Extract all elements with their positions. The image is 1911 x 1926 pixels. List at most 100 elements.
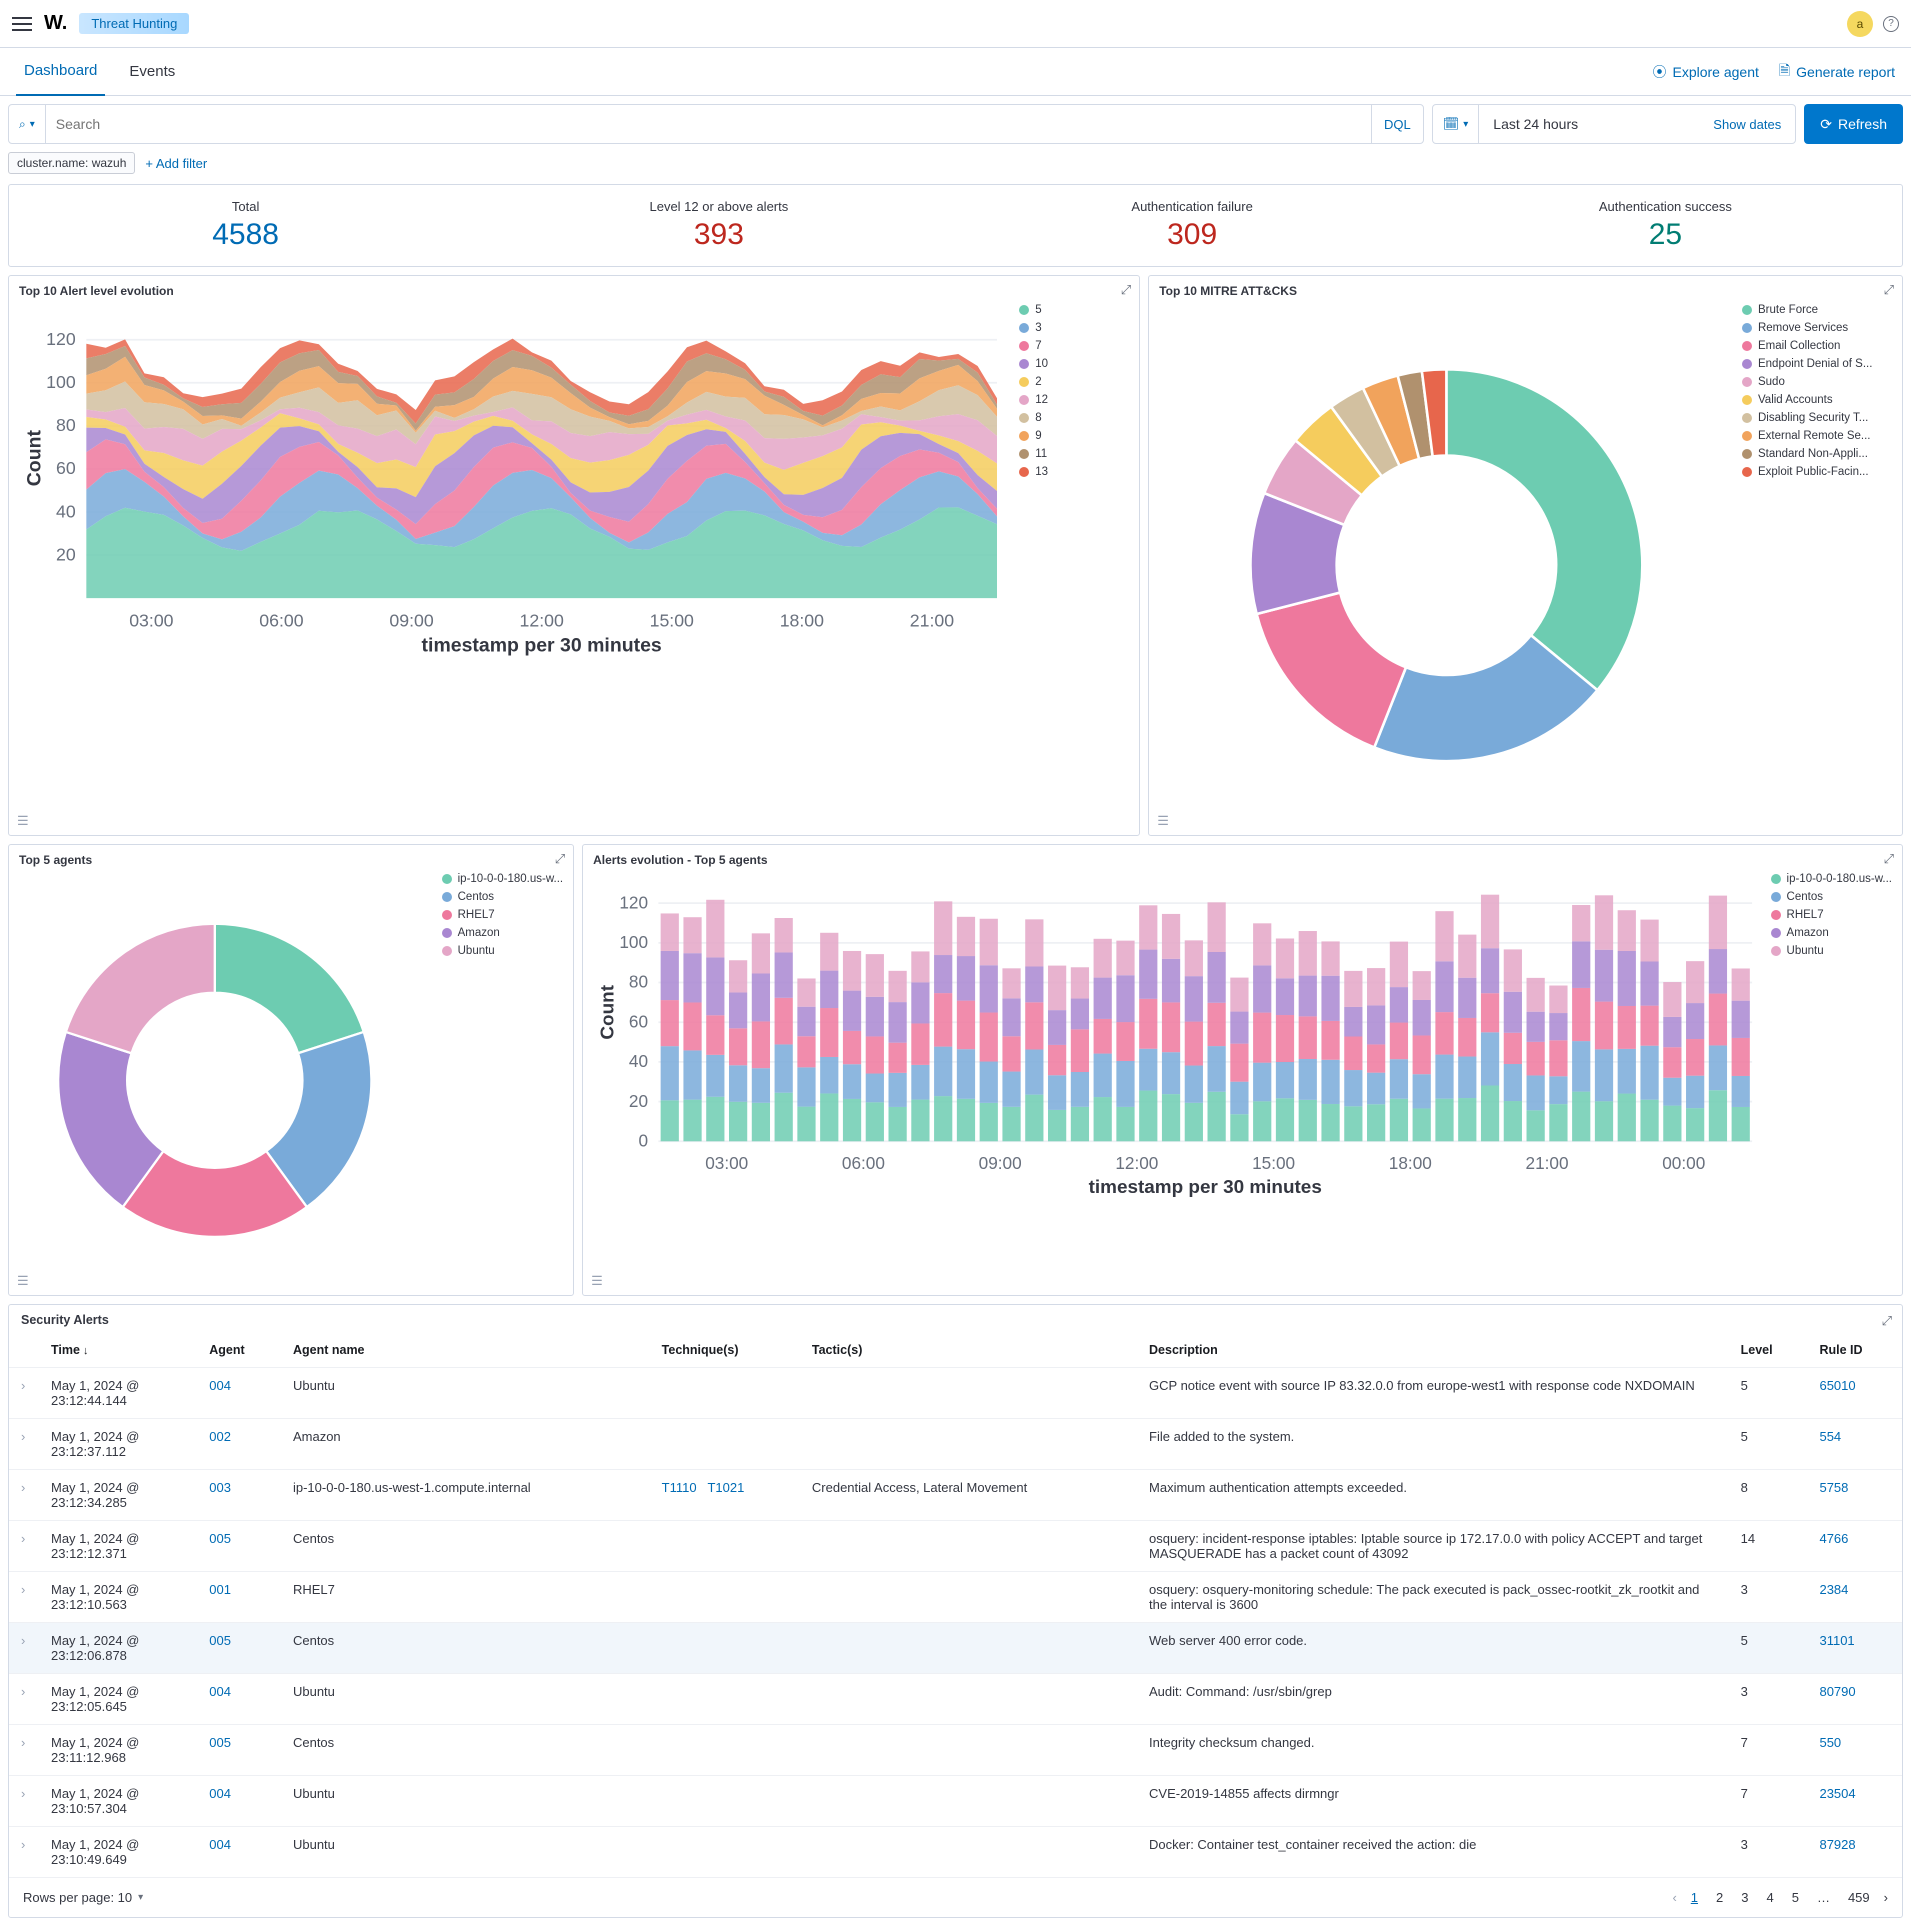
legend-item[interactable]: Sudo <box>1742 376 1892 388</box>
legend-item[interactable]: Remove Services <box>1742 322 1892 334</box>
legend-item[interactable]: Amazon <box>442 927 563 939</box>
legend-toggle-icon[interactable]: ☰ <box>17 813 29 829</box>
page-number[interactable]: 2 <box>1712 1888 1727 1907</box>
module-badge[interactable]: Threat Hunting <box>79 13 189 34</box>
col-time[interactable]: Time↓ <box>39 1333 197 1368</box>
date-quick-button[interactable]: 🗓 ▾ <box>1433 105 1480 143</box>
cell-ruleid[interactable]: 80790 <box>1807 1674 1902 1725</box>
legend-item[interactable]: ip-10-0-0-180.us-w... <box>442 873 563 885</box>
table-row[interactable]: ›May 1, 2024 @23:10:57.304004UbuntuCVE-2… <box>9 1776 1902 1827</box>
dql-toggle[interactable]: DQL <box>1371 105 1423 143</box>
expand-row-button[interactable]: › <box>9 1419 39 1470</box>
expand-row-button[interactable]: › <box>9 1470 39 1521</box>
cell-ruleid[interactable]: 31101 <box>1807 1623 1902 1674</box>
legend-item[interactable]: Amazon <box>1771 927 1892 939</box>
legend-item[interactable]: 9 <box>1019 430 1129 442</box>
expand-icon[interactable]: ⤢ <box>1884 282 1894 298</box>
show-dates-button[interactable]: Show dates <box>1699 105 1795 143</box>
cell-agent[interactable]: 005 <box>197 1623 281 1674</box>
expand-icon[interactable]: ⤢ <box>1882 1313 1892 1329</box>
legend-toggle-icon[interactable]: ☰ <box>591 1273 603 1289</box>
legend-item[interactable]: 3 <box>1019 322 1129 334</box>
app-logo[interactable]: W. <box>44 12 67 35</box>
legend-item[interactable]: 2 <box>1019 376 1129 388</box>
cell-ruleid[interactable]: 5758 <box>1807 1470 1902 1521</box>
legend-item[interactable]: Disabling Security T... <box>1742 412 1892 424</box>
cell-ruleid[interactable]: 23504 <box>1807 1776 1902 1827</box>
cell-agent[interactable]: 001 <box>197 1572 281 1623</box>
col-ruleid[interactable]: Rule ID <box>1807 1333 1902 1368</box>
rows-per-page-selector[interactable]: Rows per page: 10 ▾ <box>23 1890 143 1905</box>
expand-row-button[interactable]: › <box>9 1827 39 1878</box>
legend-item[interactable]: External Remote Se... <box>1742 430 1892 442</box>
page-number[interactable]: … <box>1813 1888 1834 1907</box>
expand-row-button[interactable]: › <box>9 1725 39 1776</box>
cell-ruleid[interactable]: 4766 <box>1807 1521 1902 1572</box>
legend-item[interactable]: Ubuntu <box>1771 945 1892 957</box>
technique-link[interactable]: T1021 <box>707 1480 744 1495</box>
cell-agent[interactable]: 005 <box>197 1725 281 1776</box>
expand-icon[interactable]: ⤢ <box>1121 282 1131 298</box>
add-filter-button[interactable]: + Add filter <box>145 156 207 171</box>
menu-icon[interactable] <box>12 17 32 31</box>
legend-item[interactable]: RHEL7 <box>442 909 563 921</box>
cell-ruleid[interactable]: 554 <box>1807 1419 1902 1470</box>
cell-agent[interactable]: 004 <box>197 1827 281 1878</box>
cell-ruleid[interactable]: 65010 <box>1807 1368 1902 1419</box>
technique-link[interactable]: T1110 <box>662 1480 697 1495</box>
cell-agent[interactable]: 002 <box>197 1419 281 1470</box>
expand-row-button[interactable]: › <box>9 1521 39 1572</box>
generate-report-button[interactable]: 🗎 Generate report <box>1779 60 1895 84</box>
search-input[interactable] <box>46 105 1371 143</box>
next-page-button[interactable]: › <box>1884 1890 1888 1905</box>
table-row[interactable]: ›May 1, 2024 @23:10:49.649004UbuntuDocke… <box>9 1827 1902 1878</box>
table-row[interactable]: ›May 1, 2024 @23:12:12.371005Centososque… <box>9 1521 1902 1572</box>
legend-item[interactable]: 10 <box>1019 358 1129 370</box>
legend-toggle-icon[interactable]: ☰ <box>17 1273 29 1289</box>
legend-item[interactable]: 7 <box>1019 340 1129 352</box>
col-description[interactable]: Description <box>1137 1333 1729 1368</box>
avatar[interactable]: a <box>1847 11 1873 37</box>
table-row[interactable]: ›May 1, 2024 @23:12:10.563001RHEL7osquer… <box>9 1572 1902 1623</box>
legend-item[interactable]: ip-10-0-0-180.us-w... <box>1771 873 1892 885</box>
col-agent[interactable]: Agent <box>197 1333 281 1368</box>
legend-item[interactable]: Ubuntu <box>442 945 563 957</box>
search-options-button[interactable]: ⌕ ▾ <box>9 105 46 143</box>
expand-row-button[interactable]: › <box>9 1776 39 1827</box>
cell-ruleid[interactable]: 2384 <box>1807 1572 1902 1623</box>
table-row[interactable]: ›May 1, 2024 @23:12:06.878005CentosWeb s… <box>9 1623 1902 1674</box>
cell-ruleid[interactable]: 87928 <box>1807 1827 1902 1878</box>
table-row[interactable]: ›May 1, 2024 @23:12:44.144004UbuntuGCP n… <box>9 1368 1902 1419</box>
legend-item[interactable]: Centos <box>442 891 563 903</box>
table-row[interactable]: ›May 1, 2024 @23:11:12.968005CentosInteg… <box>9 1725 1902 1776</box>
page-number[interactable]: 3 <box>1737 1888 1752 1907</box>
legend-item[interactable]: 5 <box>1019 304 1129 316</box>
legend-item[interactable]: RHEL7 <box>1771 909 1892 921</box>
cell-ruleid[interactable]: 550 <box>1807 1725 1902 1776</box>
prev-page-button[interactable]: ‹ <box>1672 1890 1676 1905</box>
page-number[interactable]: 459 <box>1844 1888 1874 1907</box>
expand-icon[interactable]: ⤢ <box>1884 851 1894 867</box>
col-tactics[interactable]: Tactic(s) <box>800 1333 1137 1368</box>
expand-row-button[interactable]: › <box>9 1572 39 1623</box>
legend-item[interactable]: Brute Force <box>1742 304 1892 316</box>
help-icon[interactable]: ? <box>1883 16 1899 32</box>
col-level[interactable]: Level <box>1729 1333 1808 1368</box>
legend-item[interactable]: 12 <box>1019 394 1129 406</box>
date-range-button[interactable]: Last 24 hours <box>1479 105 1699 143</box>
col-agent-name[interactable]: Agent name <box>281 1333 650 1368</box>
refresh-button[interactable]: ⟳ Refresh <box>1804 104 1903 144</box>
explore-agent-button[interactable]: ⦿ Explore agent <box>1652 60 1758 84</box>
table-row[interactable]: ›May 1, 2024 @23:12:05.645004UbuntuAudit… <box>9 1674 1902 1725</box>
page-number[interactable]: 1 <box>1687 1888 1702 1907</box>
col-techniques[interactable]: Technique(s) <box>650 1333 800 1368</box>
cell-agent[interactable]: 004 <box>197 1776 281 1827</box>
cell-agent[interactable]: 005 <box>197 1521 281 1572</box>
legend-toggle-icon[interactable]: ☰ <box>1157 813 1169 829</box>
tab-events[interactable]: Events <box>121 48 183 96</box>
legend-item[interactable]: Exploit Public-Facin... <box>1742 466 1892 478</box>
cell-agent[interactable]: 003 <box>197 1470 281 1521</box>
expand-row-button[interactable]: › <box>9 1623 39 1674</box>
legend-item[interactable]: Centos <box>1771 891 1892 903</box>
table-row[interactable]: ›May 1, 2024 @23:12:37.112002AmazonFile … <box>9 1419 1902 1470</box>
